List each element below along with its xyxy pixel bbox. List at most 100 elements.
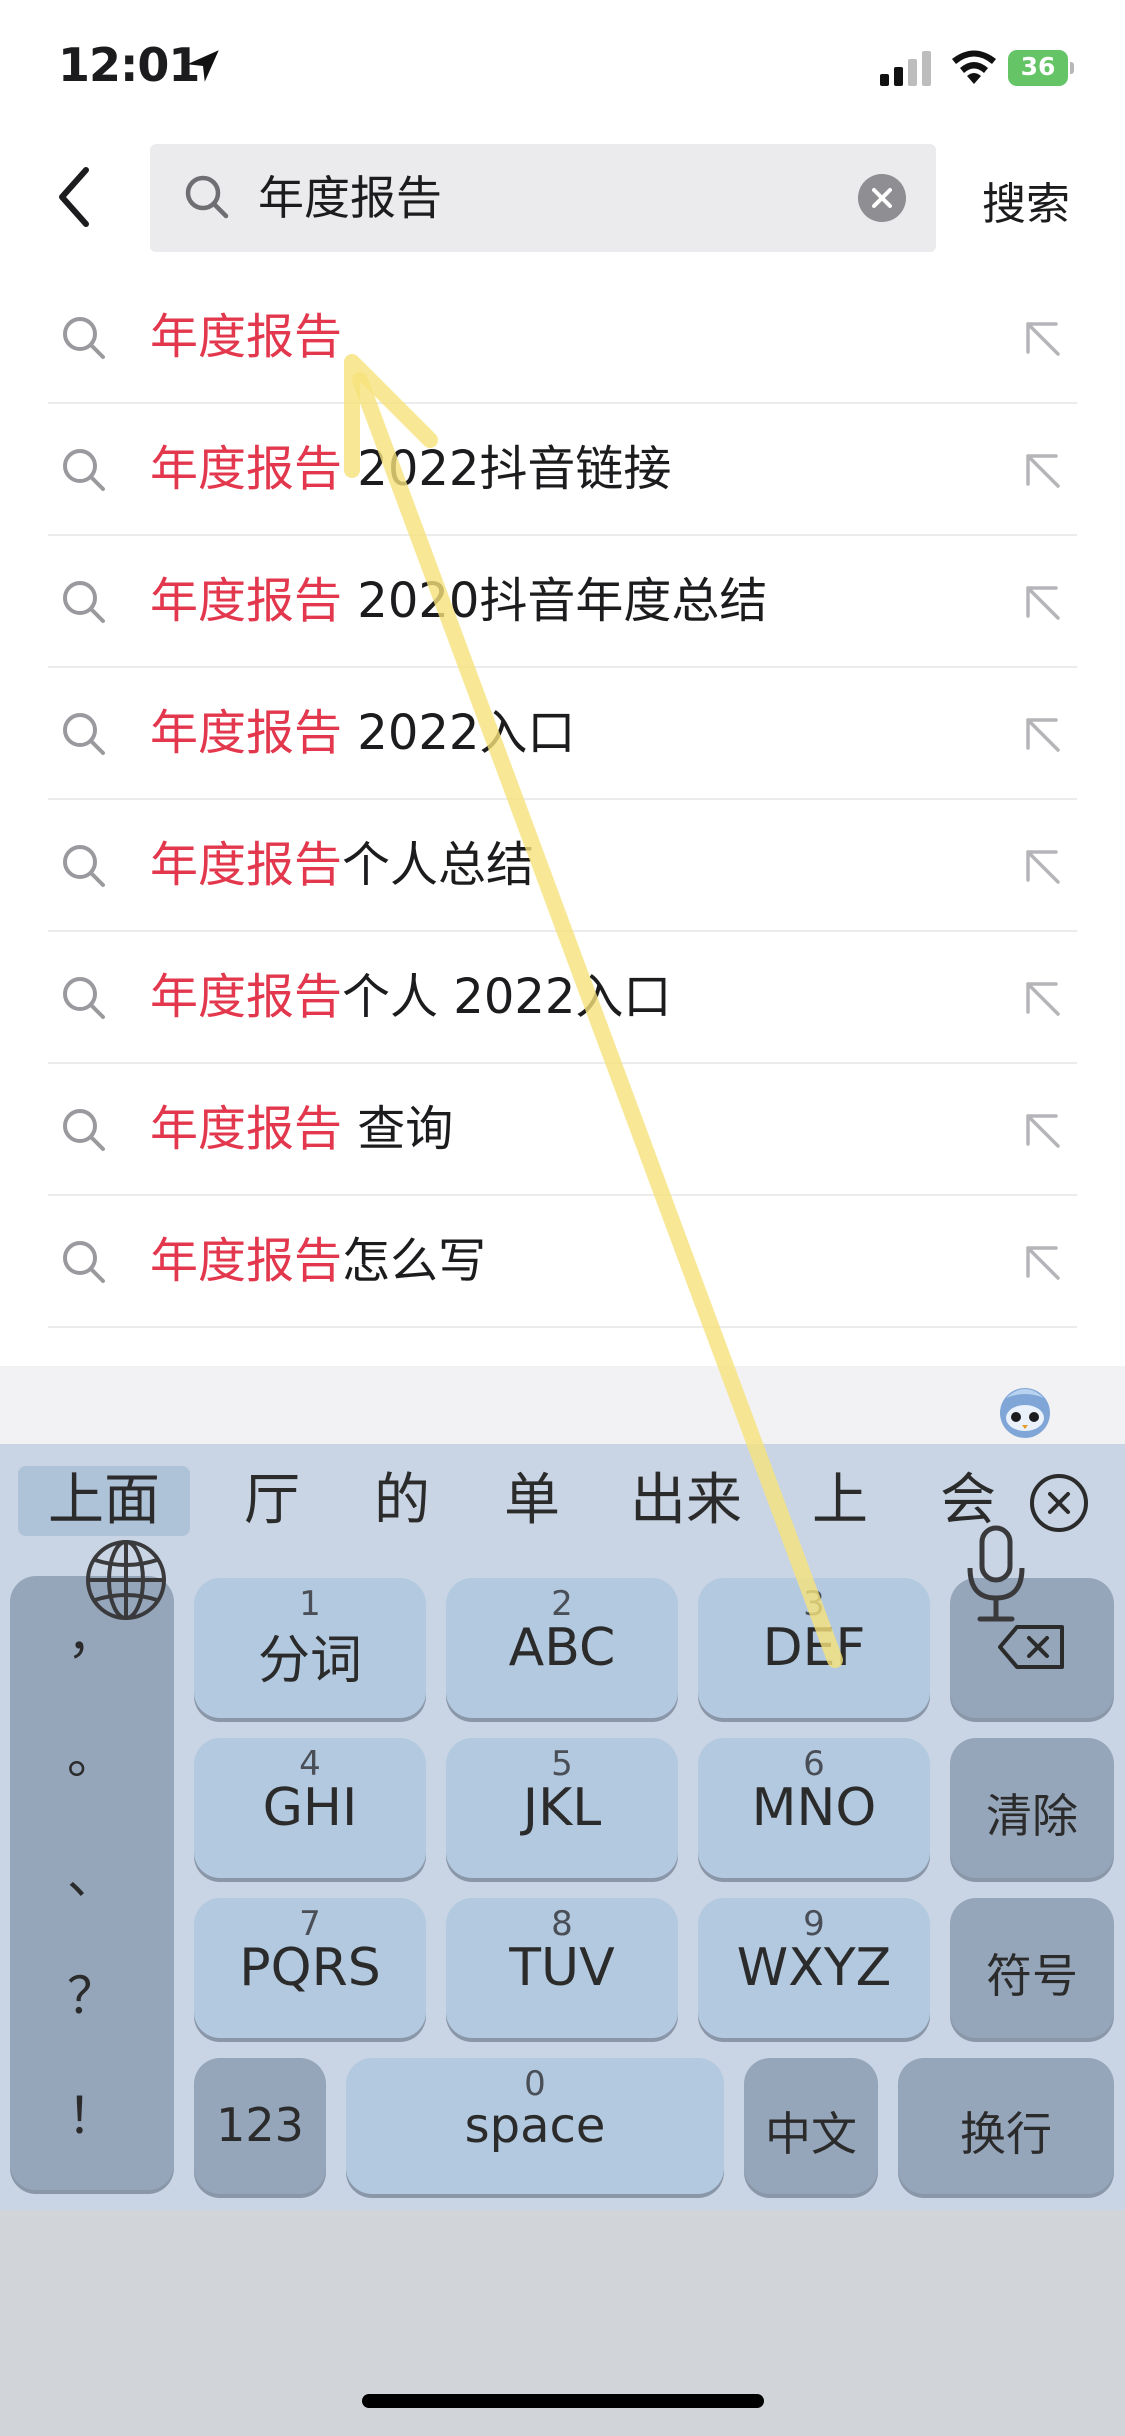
search-icon [63,581,105,623]
fill-query-arrow-icon[interactable] [1018,1106,1066,1154]
suggestion-rest: 2022抖音链接 [342,441,672,497]
search-icon [63,977,105,1019]
home-indicator [362,2394,764,2408]
status-time: 12:01 [58,38,200,92]
suggestion-text: 年度报告 2022入口 [150,700,575,766]
key-label: PQRS [239,1938,381,1998]
suggestion-item[interactable]: 年度报告个人 2022入口 [0,932,1125,1064]
suggestion-highlight: 年度报告 [150,1101,343,1157]
numeric-key[interactable]: 123 [194,2058,326,2194]
key-label: JKL [522,1778,602,1838]
fill-query-arrow-icon[interactable] [1018,578,1066,626]
key-7-pqrs[interactable]: 7 PQRS [194,1898,426,2038]
fill-query-arrow-icon[interactable] [1018,974,1066,1022]
suggestion-rest: 2020抖音年度总结 [342,573,768,629]
suggestion-rest: 2022入口 [342,705,576,761]
suggestion-rest: 个人 2022入口 [342,969,672,1025]
key-label: WXYZ [736,1938,892,1998]
chinese-mode-key[interactable]: 中文 [744,2058,878,2194]
divider [48,1326,1077,1328]
candidate-bar: 上面 厅 的 单 出来 上 会 [0,1444,1125,1562]
suggestion-item[interactable]: 年度报告 查询 [0,1064,1125,1196]
punct-period[interactable]: 。 [10,1716,174,1788]
battery-nub [1070,62,1074,74]
fill-query-arrow-icon[interactable] [1018,314,1066,362]
key-grid: ， 。 、 ？ ！ 1 分词 2 ABC 3 DEF 4 GHI 5 JKL 6… [0,1562,1125,2210]
battery-percent: 36 [1020,52,1056,81]
key-2-abc[interactable]: 2 ABC [446,1578,678,1718]
clear-key[interactable]: 清除 [950,1738,1114,1878]
suggestion-highlight: 年度报告 [150,573,343,629]
microphone-icon[interactable] [964,1524,1028,1624]
key-4-ghi[interactable]: 4 GHI [194,1738,426,1878]
key-label: 分词 [257,1631,362,1691]
key-label: 123 [216,2098,304,2152]
search-icon [63,449,105,491]
punct-enum-comma[interactable]: 、 [10,1836,174,1908]
fill-query-arrow-icon[interactable] [1018,842,1066,890]
backspace-icon [998,1625,1064,1669]
suggestion-text: 年度报告个人 2022入口 [150,964,671,1030]
clear-input-icon[interactable] [858,174,906,222]
key-label: ABC [508,1618,616,1678]
search-icon [63,317,105,359]
return-key[interactable]: 换行 [898,2058,1114,2194]
suggestion-item[interactable]: 年度报告 2020抖音年度总结 [0,536,1125,668]
key-5-jkl[interactable]: 5 JKL [446,1738,678,1878]
symbols-key[interactable]: 符号 [950,1898,1114,2038]
punct-exclaim[interactable]: ！ [10,2076,174,2148]
keyboard-mascot-icon[interactable] [996,1382,1054,1440]
battery-indicator: 36 [1008,50,1074,86]
suggestion-text: 年度报告个人总结 [150,832,534,898]
punct-question[interactable]: ？ [10,1956,174,2028]
key-label: GHI [262,1778,358,1838]
search-button[interactable]: 搜索 [982,168,1070,232]
wifi-icon [952,50,996,84]
candidate[interactable]: 出来 [630,1466,742,1536]
suggestion-text: 年度报告 2020抖音年度总结 [150,568,767,634]
candidate[interactable]: 厅 [244,1466,300,1536]
back-chevron-icon[interactable] [50,162,100,232]
search-query-text[interactable]: 年度报告 [258,166,442,230]
suggestion-item[interactable]: 年度报告怎么写 [0,1196,1125,1328]
candidate[interactable]: 单 [504,1466,560,1536]
search-input[interactable]: 年度报告 [150,144,936,252]
search-icon [63,713,105,755]
key-8-tuv[interactable]: 8 TUV [446,1898,678,2038]
key-9-wxyz[interactable]: 9 WXYZ [698,1898,930,2038]
suggestion-text: 年度报告 2022抖音链接 [150,436,671,502]
close-candidates-icon[interactable] [1028,1472,1090,1534]
key-1-fenci[interactable]: 1 分词 [194,1578,426,1718]
key-label: 清除 [986,1789,1078,1843]
search-icon [63,1241,105,1283]
suggestion-item[interactable]: 年度报告 [0,272,1125,404]
suggestion-highlight: 年度报告 [150,705,343,761]
space-key[interactable]: 0 space [346,2058,724,2194]
key-label: MNO [751,1778,877,1838]
search-icon [63,845,105,887]
suggestion-item[interactable]: 年度报告 2022入口 [0,668,1125,800]
location-arrow-icon [187,50,219,82]
suggestion-item[interactable]: 年度报告 2022抖音链接 [0,404,1125,536]
candidate[interactable]: 上 [812,1466,868,1536]
suggestion-item[interactable]: 年度报告个人总结 [0,800,1125,932]
fill-query-arrow-icon[interactable] [1018,710,1066,758]
key-3-def[interactable]: 3 DEF [698,1578,930,1718]
key-label: space [464,2098,606,2154]
key-6-mno[interactable]: 6 MNO [698,1738,930,1878]
candidate[interactable]: 的 [374,1466,430,1536]
keyboard-toolbar [0,1366,1125,1444]
fill-query-arrow-icon[interactable] [1018,1238,1066,1286]
status-bar: 12:01 36 [0,0,1125,135]
key-label: 符号 [986,1949,1078,2003]
suggestion-rest: 查询 [342,1101,454,1157]
key-label: 中文 [765,2107,857,2161]
punctuation-column[interactable]: ， 。 、 ？ ！ [10,1576,174,2190]
suggestion-highlight: 年度报告 [150,441,343,497]
search-icon [63,1109,105,1151]
suggestion-rest: 个人总结 [342,837,535,893]
globe-icon[interactable] [84,1538,168,1622]
candidate-selected[interactable]: 上面 [18,1466,190,1536]
fill-query-arrow-icon[interactable] [1018,446,1066,494]
suggestion-highlight: 年度报告 [150,309,343,365]
